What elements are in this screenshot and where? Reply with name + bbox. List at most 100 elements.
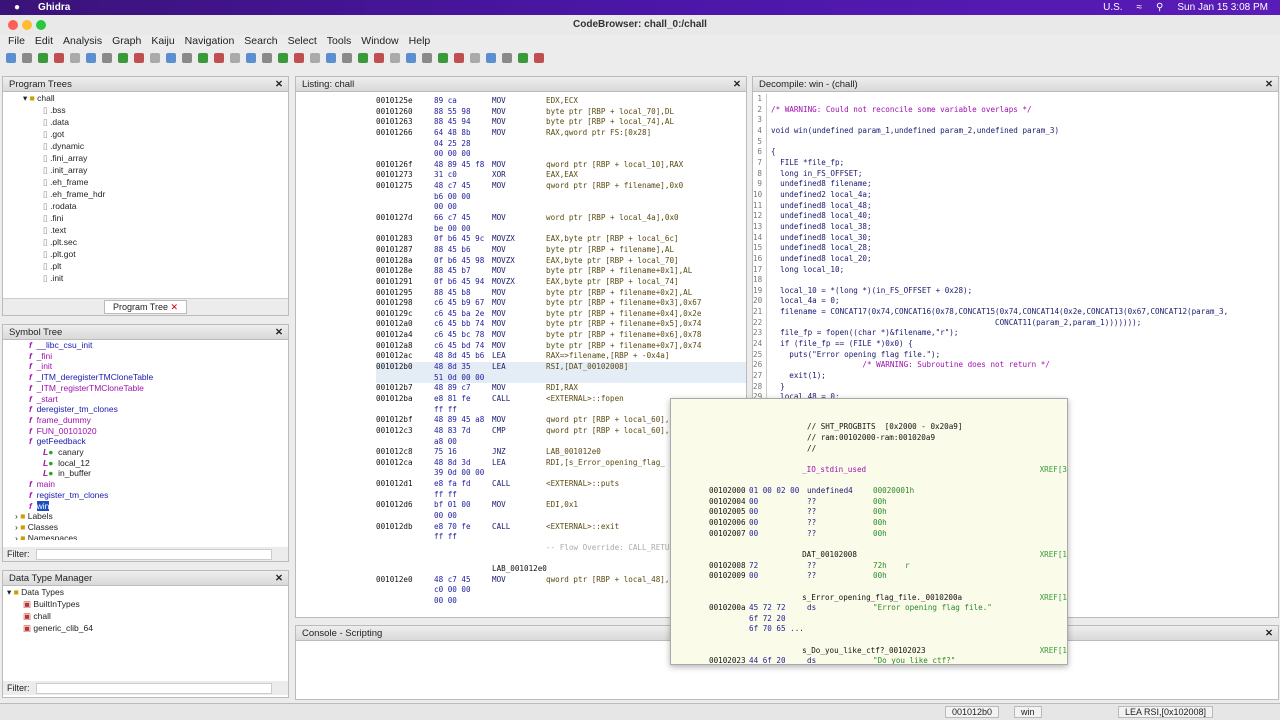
toolbar-button-icon[interactable]	[262, 52, 272, 63]
tree-item-section[interactable]: ▯ .fini_array	[43, 152, 288, 164]
mnemonic[interactable]: MOV	[492, 288, 546, 299]
operands[interactable]: word ptr [RBP + local_4a],0x0	[546, 213, 679, 224]
tree-root[interactable]: ▾ ■ Data Types	[7, 586, 288, 598]
mnemonic[interactable]: JNZ	[492, 447, 546, 458]
operands[interactable]: EDX,ECX	[546, 96, 578, 107]
mnemonic[interactable]: CALL	[492, 479, 546, 490]
toolbar-button-icon[interactable]	[198, 52, 208, 63]
operands[interactable]: LAB_001012e0	[546, 447, 601, 458]
tree-item-section[interactable]: ▯ .rodata	[43, 200, 288, 212]
operands[interactable]: qword ptr [RBP + local_10],RAX	[546, 160, 683, 171]
code-text[interactable]: undefined8 filename;	[771, 179, 871, 190]
code-text[interactable]: local_4a = 0;	[771, 296, 839, 307]
mnemonic[interactable]: MOVZX	[492, 277, 546, 288]
decompile-line[interactable]: 9 undefined8 filename;	[753, 179, 1278, 190]
mnemonic[interactable]	[492, 139, 546, 150]
mnemonic[interactable]: LAB_001012e0	[492, 564, 547, 575]
toolbar-button-icon[interactable]	[214, 52, 224, 63]
listing-row[interactable]: 00101263 88 45 94 MOV byte ptr [RBP + local…	[376, 117, 746, 128]
symbol-item[interactable]: f win	[29, 500, 288, 512]
toolbar-button-icon[interactable]	[294, 52, 304, 63]
mnemonic[interactable]: MOV	[492, 181, 546, 192]
mnemonic[interactable]	[492, 192, 546, 203]
app-name[interactable]: Ghidra	[38, 2, 70, 13]
code-text[interactable]: undefined8 local_30;	[771, 233, 871, 244]
datatype-archive[interactable]: ▣ BuiltInTypes	[23, 598, 288, 610]
operands[interactable]: RDI,[s_Error_opening_flag_	[546, 458, 665, 469]
symbol-item[interactable]: f frame_dummy	[29, 415, 288, 426]
code-text[interactable]: undefined8 local_20;	[771, 254, 871, 265]
operands[interactable]: RAX=>filename,[RBP + -0x4a]	[546, 351, 669, 362]
symbol-item[interactable]: f _ITM_deregisterTMCloneTable	[29, 372, 288, 383]
toolbar-button-icon[interactable]	[246, 52, 256, 63]
operands[interactable]: <EXTERNAL>::exit	[546, 522, 619, 533]
toolbar-button-icon[interactable]	[534, 52, 544, 63]
decompile-line[interactable]: 7 FILE *file_fp;	[753, 157, 1278, 169]
mnemonic[interactable]	[492, 373, 546, 384]
tree-item-section[interactable]: ▯ .init_array	[43, 164, 288, 176]
toolbar-button-icon[interactable]	[502, 52, 512, 63]
decompile-line[interactable]: 4 void win(undefined param_1,undefined pa…	[753, 125, 1278, 137]
code-text[interactable]: /* WARNING: Could not reconcile some var…	[771, 105, 1032, 116]
menu-navigation[interactable]: Navigation	[183, 35, 243, 49]
mnemonic[interactable]: CMP	[492, 426, 546, 437]
decompile-line[interactable]: 27 exit(1);	[753, 371, 1278, 382]
operands[interactable]: EAX,EAX	[546, 170, 578, 181]
decompile-line[interactable]: 15 undefined8 local_28;	[753, 243, 1278, 254]
decompile-line[interactable]: 8 long in_FS_OFFSET;	[753, 168, 1278, 180]
menu-select[interactable]: Select	[286, 35, 325, 49]
operands[interactable]: byte ptr [RBP + filename+0x7],0x74	[546, 341, 701, 352]
operands[interactable]: RSI,[DAT_00102008]	[546, 362, 628, 373]
toolbar-button-icon[interactable]	[150, 52, 160, 63]
listing-row[interactable]: 00101283 0f b6 45 9c MOVZX EAX,byte ptr [RB…	[376, 234, 746, 245]
mnemonic[interactable]: MOV	[492, 383, 546, 394]
tree-item-section[interactable]: ▯ .init	[43, 272, 288, 284]
dtm-filter-input[interactable]	[35, 682, 272, 694]
mnemonic[interactable]	[492, 543, 546, 554]
menu-tools[interactable]: Tools	[325, 35, 360, 49]
code-text[interactable]: undefined8 local_48;	[771, 201, 871, 212]
mnemonic[interactable]: MOV	[492, 319, 546, 330]
toolbar-button-icon[interactable]	[6, 52, 16, 63]
mnemonic[interactable]	[492, 511, 546, 522]
mnemonic[interactable]: MOV	[492, 330, 546, 341]
decompile-line[interactable]: 17 long local_10;	[753, 264, 1278, 276]
toolbar-button-icon[interactable]	[358, 52, 368, 63]
close-window-button[interactable]	[8, 20, 18, 30]
listing-row[interactable]: 001012a4 c6 45 bc 78 MOV byte ptr [RBP + fi…	[376, 330, 746, 341]
symbol-item[interactable]: L● local_12	[29, 458, 288, 469]
operands[interactable]: byte ptr [RBP + filename+0x6],0x78	[546, 330, 701, 341]
listing-row[interactable]: 0010128a 0f b6 45 98 MOVZX EAX,byte ptr [RB…	[376, 256, 746, 267]
close-icon[interactable]: ✕	[275, 77, 283, 92]
decompile-line[interactable]: 11 undefined8 local_48;	[753, 200, 1278, 212]
mnemonic[interactable]: MOVZX	[492, 256, 546, 267]
mnemonic[interactable]	[492, 468, 546, 479]
symbol-item[interactable]: f _ITM_registerTMCloneTable	[29, 383, 288, 394]
decompile-line[interactable]: 5	[753, 136, 1278, 148]
close-icon[interactable]: ✕	[733, 77, 741, 92]
decompile-line[interactable]: 16 undefined8 local_20;	[753, 253, 1278, 265]
tree-item-section[interactable]: ▯ .plt.got	[43, 248, 288, 260]
operands[interactable]: byte ptr [RBP + filename+0x1],AL	[546, 266, 692, 277]
mnemonic[interactable]: MOV	[492, 96, 546, 107]
mnemonic[interactable]	[492, 202, 546, 213]
symbol-item[interactable]: L● in_buffer	[29, 468, 288, 479]
toolbar-button-icon[interactable]	[278, 52, 288, 63]
tree-item-section[interactable]: ▯ .fini	[43, 212, 288, 224]
minimize-window-button[interactable]	[22, 20, 32, 30]
operands[interactable]: byte ptr [RBP + filename+0x3],0x67	[546, 298, 701, 309]
operands[interactable]: byte ptr [RBP + local_70],DL	[546, 107, 674, 118]
symbol-folder[interactable]: › ■ Labels	[15, 511, 288, 522]
menu-graph[interactable]: Graph	[110, 35, 149, 49]
mnemonic[interactable]: MOV	[492, 575, 546, 586]
toolbar-button-icon[interactable]	[486, 52, 496, 63]
listing-row[interactable]: 00101266 64 48 8b MOV RAX,qword ptr FS:[0x2…	[376, 128, 746, 139]
listing-row[interactable]: 04 25 28	[376, 139, 746, 150]
tree-item-section[interactable]: ▯ .text	[43, 224, 288, 236]
datatype-archive[interactable]: ▣ generic_clib_64	[23, 622, 288, 634]
tree-item-section[interactable]: ▯ .eh_frame_hdr	[43, 188, 288, 200]
decompile-line[interactable]: 10 undefined2 local_4a;	[753, 189, 1278, 201]
tree-item-section[interactable]: ▯ .got	[43, 128, 288, 140]
listing-row[interactable]: 0010129c c6 45 ba 2e MOV byte ptr [RBP + fi…	[376, 309, 746, 320]
symbol-folder[interactable]: › ■ Namespaces	[15, 533, 288, 540]
